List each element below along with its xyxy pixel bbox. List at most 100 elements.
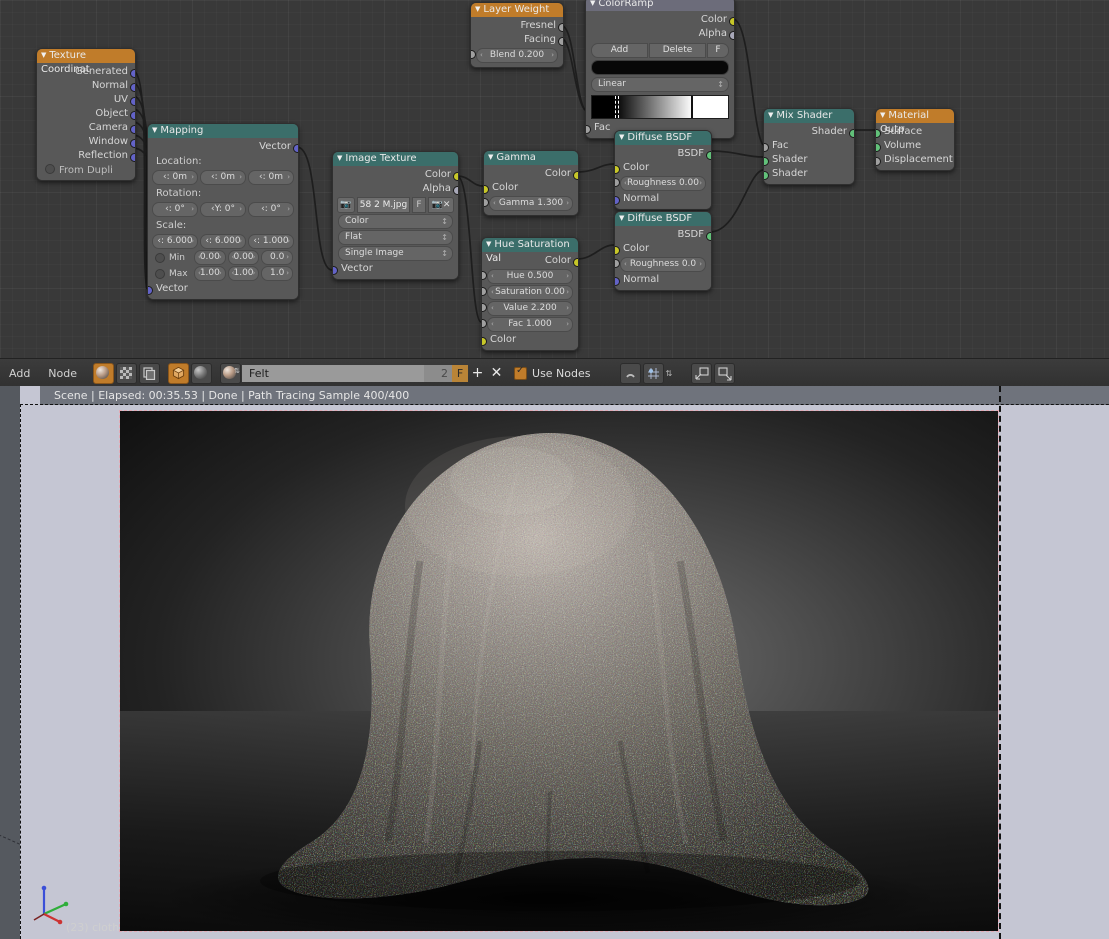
max-z-field[interactable]: 1.0›: [261, 266, 293, 281]
saturation-row[interactable]: ‹Saturation 0.00›: [482, 285, 578, 300]
node-color-ramp[interactable]: ▼ColorRamp Color Alpha Add Delete F Line…: [585, 0, 735, 139]
node-gamma[interactable]: ▼Gamma Color Color ‹Gamma 1.300›: [483, 150, 579, 216]
stepper-right-icon[interactable]: ›: [286, 251, 289, 264]
image-browse-icon[interactable]: 📷: [337, 197, 355, 213]
node-header[interactable]: ▼Diffuse BSDF: [615, 131, 711, 145]
socket-color-in[interactable]: [614, 165, 620, 174]
scale-z-field[interactable]: ‹: 1.000›: [248, 234, 294, 249]
socket-row-generated[interactable]: Generated: [37, 65, 135, 79]
use-nodes-checkbox[interactable]: Use Nodes: [514, 367, 591, 380]
socket-row-shader1-in[interactable]: Shader: [764, 153, 854, 167]
node-mapping[interactable]: ▼Mapping Vector Location: ‹: 0m› ‹: 0m› …: [147, 123, 299, 300]
collapse-triangle-icon[interactable]: ▼: [590, 0, 595, 10]
collapse-triangle-icon[interactable]: ▼: [880, 108, 885, 122]
browse-arrows-icon[interactable]: ⇅: [234, 367, 240, 375]
socket-window[interactable]: [130, 139, 136, 148]
gamma-field[interactable]: ‹Gamma 1.300›: [489, 196, 573, 211]
socket-row-shader-out[interactable]: Shader: [764, 125, 854, 139]
node-material-output[interactable]: ▼Material Outp Surface Volume Displaceme…: [875, 108, 955, 171]
socket-row-alpha-out[interactable]: Alpha: [333, 182, 458, 196]
unlink-material-button[interactable]: ✕: [487, 364, 506, 383]
material-datablock[interactable]: ⇅ Felt 2 F + ✕: [219, 363, 506, 384]
node-layer-weight[interactable]: ▼Layer Weight Fresnel Facing ‹Blend 0.20…: [470, 2, 564, 68]
socket-camera[interactable]: [130, 125, 136, 134]
stepper-right-icon[interactable]: ›: [219, 251, 222, 264]
socket-uv[interactable]: [130, 97, 136, 106]
socket-row-normal-in[interactable]: Normal: [615, 192, 711, 206]
roughness-field[interactable]: ‹Roughness 0.00›: [620, 176, 706, 191]
rotation-fields[interactable]: ‹: 0°› ‹Y: 0°› ‹: 0°›: [152, 202, 294, 217]
socket-bsdf-out[interactable]: [706, 232, 712, 241]
color-space-dropdown[interactable]: Color: [338, 214, 453, 229]
from-dupli-checkbox[interactable]: From Dupli: [37, 163, 135, 177]
node-tools[interactable]: [690, 363, 736, 384]
scale-fields[interactable]: ‹: 6.000› ‹: 6.000› ‹: 1.000›: [152, 234, 294, 249]
copy-node-icon[interactable]: [714, 363, 735, 384]
socket-row-reflection[interactable]: Reflection: [37, 149, 135, 163]
stepper-right-icon[interactable]: ›: [287, 235, 290, 248]
min-y-field[interactable]: ‹0.00›: [228, 250, 260, 265]
socket-row-bsdf-out[interactable]: BSDF: [615, 147, 711, 161]
max-row[interactable]: Max ‹1.00› ‹1.00› 1.0›: [152, 266, 294, 281]
node-editor-header-toolbar[interactable]: Add Node ⇅ Felt 2 F + ✕ U: [0, 358, 1109, 387]
stepper-right-icon[interactable]: ›: [219, 267, 222, 280]
node-hue-saturation-value[interactable]: ▼Hue Saturation Val Color ‹Hue 0.500› ‹S…: [481, 237, 579, 351]
roughness-row[interactable]: ‹Roughness 0.00›: [615, 176, 711, 191]
colorramp-buttons[interactable]: Add Delete F: [591, 43, 729, 58]
socket-vector-in[interactable]: [147, 286, 153, 295]
world-sphere-icon[interactable]: [191, 363, 212, 384]
socket-row-vector-out[interactable]: Vector: [148, 140, 298, 154]
stepper-right-icon[interactable]: ›: [191, 203, 194, 216]
image-editor-area[interactable]: Scene | Elapsed: 00:35.53 | Done | Path …: [0, 386, 1109, 939]
socket-row-color-out[interactable]: Color: [586, 13, 734, 27]
image-datablock-row[interactable]: 📷 58 2 M.jpg F 📷✕: [337, 198, 454, 212]
menu-node[interactable]: Node: [39, 367, 86, 380]
saturation-field[interactable]: ‹Saturation 0.00›: [487, 285, 573, 300]
location-x-field[interactable]: ‹: 0m›: [152, 170, 198, 185]
collapse-triangle-icon[interactable]: ▼: [475, 2, 480, 16]
socket-row-surface-in[interactable]: Surface: [876, 125, 954, 139]
node-header[interactable]: ▼Diffuse BSDF: [615, 212, 711, 226]
checkbox-checked-icon[interactable]: [514, 367, 527, 380]
stepper-right-icon[interactable]: ›: [239, 171, 242, 184]
stepper-right-icon[interactable]: ›: [239, 235, 242, 248]
stepper-right-icon[interactable]: ›: [566, 270, 569, 283]
socket-color-out[interactable]: [453, 172, 459, 181]
stepper-right-icon[interactable]: ›: [699, 177, 702, 190]
collapse-triangle-icon[interactable]: ▼: [488, 150, 493, 164]
socket-normal[interactable]: [130, 83, 136, 92]
gamma-row[interactable]: ‹Gamma 1.300›: [484, 196, 578, 211]
socket-row-camera[interactable]: Camera: [37, 121, 135, 135]
min-z-field[interactable]: 0.0›: [261, 250, 293, 265]
projection-dropdown[interactable]: Flat: [338, 230, 453, 245]
shader-type-buttons[interactable]: [92, 363, 161, 384]
material-name-field[interactable]: Felt: [242, 365, 424, 382]
node-header[interactable]: ▼Mapping: [148, 124, 298, 138]
max-checkbox-icon[interactable]: [155, 269, 165, 279]
stepper-left-icon[interactable]: ‹: [491, 270, 494, 283]
colorramp-stop-active[interactable]: [615, 96, 619, 118]
socket-row-normal-in[interactable]: Normal: [615, 273, 711, 287]
socket-color-out[interactable]: [573, 258, 579, 267]
node-header[interactable]: ▼Texture Coordinat: [37, 49, 135, 63]
stepper-left-icon[interactable]: ‹: [480, 49, 483, 62]
socket-fac-in[interactable]: [585, 125, 591, 134]
socket-normal-in[interactable]: [614, 277, 620, 286]
fac-field[interactable]: ‹Fac 1.000›: [487, 317, 573, 332]
snap-dropdown-arrows-icon[interactable]: ⇅: [666, 369, 673, 378]
min-checkbox-icon[interactable]: [155, 253, 165, 263]
socket-color-in[interactable]: [483, 185, 489, 194]
scale-y-field[interactable]: ‹: 6.000›: [200, 234, 246, 249]
interpolation-dropdown[interactable]: Linear: [591, 77, 729, 92]
collapse-triangle-icon[interactable]: ▼: [619, 130, 624, 144]
node-header[interactable]: ▼Image Texture: [333, 152, 458, 166]
collapse-triangle-icon[interactable]: ▼: [619, 211, 624, 225]
add-stop-button[interactable]: Add: [591, 43, 648, 58]
stepper-left-icon[interactable]: ‹: [232, 251, 235, 264]
location-y-field[interactable]: ‹: 0m›: [200, 170, 246, 185]
rotation-y-field[interactable]: ‹Y: 0°›: [200, 202, 246, 217]
socket-row-color-out[interactable]: Color: [482, 254, 578, 268]
node-editor-area[interactable]: ▼Texture Coordinat Generated Normal UV O…: [0, 0, 1109, 358]
socket-row-color-in[interactable]: Color: [615, 242, 711, 256]
socket-row-bsdf-out[interactable]: BSDF: [615, 228, 711, 242]
